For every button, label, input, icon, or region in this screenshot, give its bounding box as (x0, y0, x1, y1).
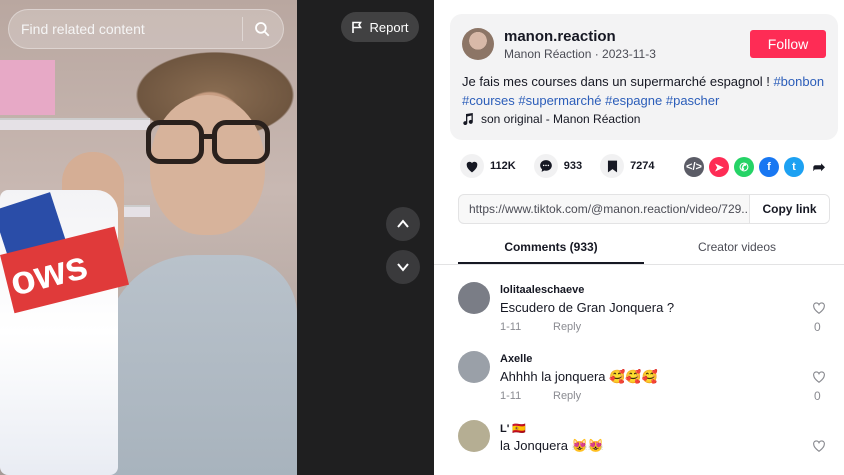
search-icon[interactable] (253, 20, 271, 38)
comment-item: Axelle Ahhhh la jonquera 🥰🥰🥰 1-11 Reply 0 (458, 351, 838, 420)
heart-icon (460, 154, 484, 178)
video-info-panel: manon.reaction Manon Réaction · 2023-11-… (434, 0, 844, 475)
avatar[interactable] (458, 420, 490, 452)
comment-date: 1-11 (500, 390, 522, 402)
twitter-icon[interactable]: t (784, 157, 804, 177)
reply-button[interactable]: Reply (553, 321, 581, 333)
embed-icon[interactable]: </> (684, 157, 704, 177)
author-username[interactable]: manon.reaction (504, 28, 616, 45)
video-frame: ows (0, 0, 297, 475)
comment-item: lolitaaleschaeve Escudero de Gran Jonquer… (458, 282, 838, 351)
comment-text: Escudero de Gran Jonquera ? (500, 300, 675, 315)
music-note-icon (463, 113, 473, 125)
video-letterbox (297, 0, 434, 475)
flag-icon (352, 21, 363, 33)
description-text: Je fais mes courses dans un supermarché … (462, 74, 774, 89)
like-button[interactable]: 112K (460, 154, 516, 178)
follow-button[interactable]: Follow (750, 30, 826, 58)
shelf-product (0, 60, 55, 115)
comment-like-count: 0 (814, 320, 821, 334)
report-button[interactable]: Report (341, 12, 419, 42)
comment-username[interactable]: L' 🇪🇸 (500, 422, 526, 435)
divider (242, 17, 243, 41)
comment-username[interactable]: Axelle (500, 353, 532, 365)
next-video-button[interactable] (386, 250, 420, 284)
chevron-down-icon (397, 263, 409, 272)
search-input[interactable]: Find related content (8, 9, 284, 49)
save-button[interactable]: 7274 (600, 154, 655, 178)
engagement-bar: 112K 933 7274 (460, 154, 673, 178)
video-player[interactable]: ows Find related content Report (0, 0, 434, 475)
comment-icon (533, 154, 558, 178)
music-title: son original - Manon Réaction (481, 112, 641, 126)
avatar[interactable] (458, 351, 490, 383)
reply-button[interactable]: Reply (553, 390, 581, 402)
heart-outline-icon[interactable] (812, 301, 826, 315)
like-count: 112K (490, 160, 516, 172)
person-shirt (105, 255, 297, 475)
hashtag-link[interactable]: #courses (462, 93, 515, 108)
send-to-friends-icon[interactable]: ➤ (709, 157, 729, 177)
music-link[interactable]: son original - Manon Réaction (462, 112, 640, 126)
avatar[interactable] (462, 28, 494, 60)
whatsapp-icon[interactable]: ✆ (734, 157, 754, 177)
previous-video-button[interactable] (386, 207, 420, 241)
facebook-icon[interactable]: f (759, 157, 779, 177)
tab-comments[interactable]: Comments (933) (458, 232, 644, 264)
avatar[interactable] (458, 282, 490, 314)
heart-outline-icon[interactable] (812, 370, 826, 384)
save-count: 7274 (630, 160, 655, 172)
comment-list: lolitaaleschaeve Escudero de Gran Jonquer… (458, 282, 838, 475)
comment-date: 1-11 (500, 321, 522, 333)
video-url[interactable]: https://www.tiktok.com/@manon.reaction/v… (459, 202, 749, 216)
comment-text: la Jonquera 😻😻 (500, 438, 604, 453)
person-face (150, 95, 265, 235)
shelf (0, 118, 150, 130)
chevron-up-icon (397, 219, 409, 228)
comment-like-count: 0 (814, 389, 821, 403)
copy-link-button[interactable]: Copy link (749, 195, 829, 223)
share-icons: </> ➤ ✆ f t ➦ (684, 157, 829, 177)
share-link-box: https://www.tiktok.com/@manon.reaction/v… (458, 194, 830, 224)
hashtag-link[interactable]: #supermarché (518, 93, 601, 108)
comment-count: 933 (563, 160, 583, 172)
tab-creator-videos[interactable]: Creator videos (644, 232, 830, 264)
hashtag-link[interactable]: #espagne (605, 93, 662, 108)
divider (434, 264, 844, 265)
video-description: Je fais mes courses dans un supermarché … (462, 72, 832, 110)
comment-text: Ahhhh la jonquera 🥰🥰🥰 (500, 369, 658, 384)
share-arrow-icon[interactable]: ➦ (809, 157, 829, 177)
comment-username[interactable]: lolitaaleschaeve (500, 284, 584, 296)
glasses (146, 120, 296, 165)
comment-tabs: Comments (933) Creator videos (458, 232, 830, 264)
report-label: Report (369, 19, 409, 35)
search-placeholder: Find related content (21, 21, 145, 37)
hashtag-link[interactable]: #bonbon (773, 74, 824, 89)
comment-button[interactable]: 933 (533, 154, 583, 178)
author-card: manon.reaction Manon Réaction · 2023-11-… (450, 14, 838, 140)
bookmark-icon (600, 154, 625, 178)
author-nickname-date: Manon Réaction · 2023-11-3 (504, 47, 656, 61)
comment-item: L' 🇪🇸 la Jonquera 😻😻 (458, 420, 838, 475)
hashtag-link[interactable]: #pascher (666, 93, 719, 108)
heart-outline-icon[interactable] (812, 439, 826, 453)
